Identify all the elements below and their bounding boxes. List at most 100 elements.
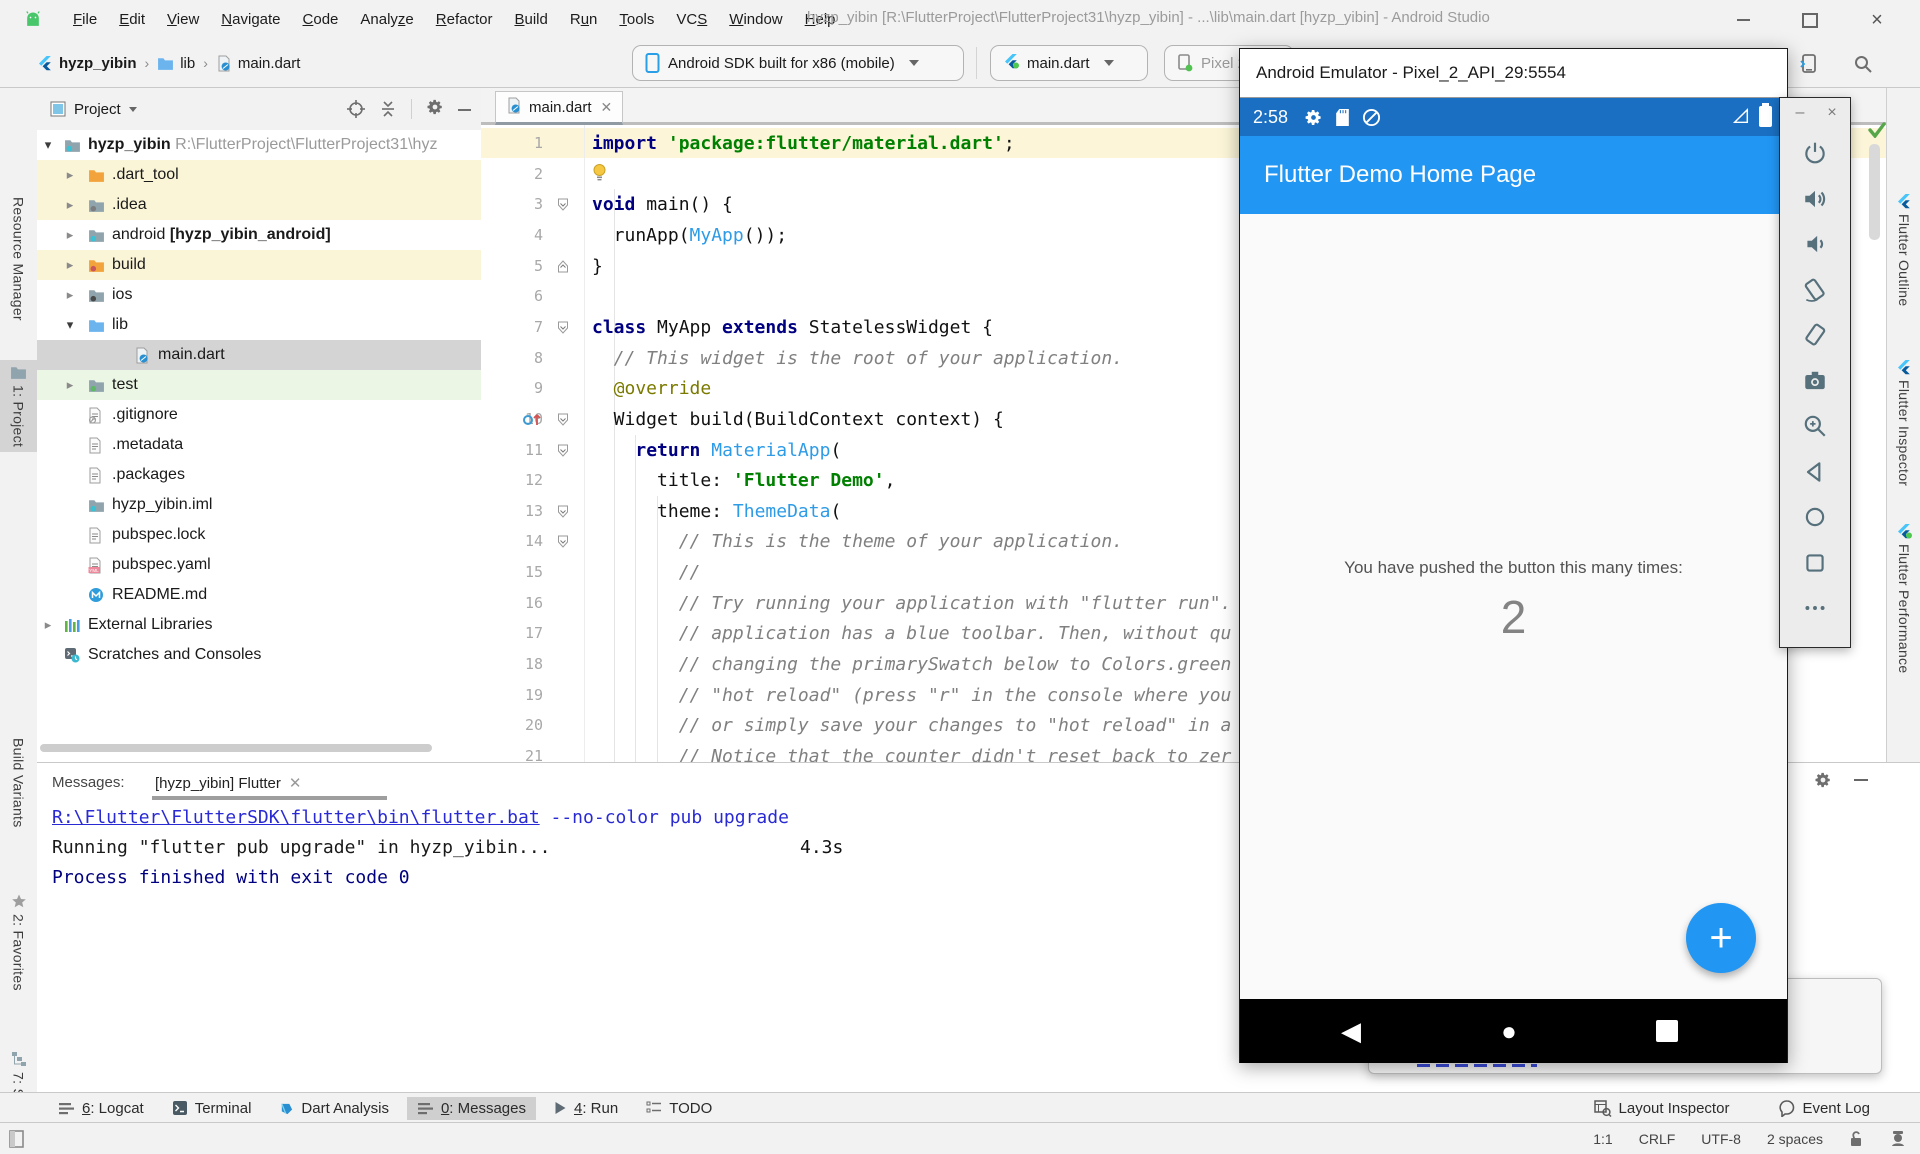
menu-run[interactable]: Run <box>559 11 609 28</box>
device-selector-dropdown[interactable]: Android SDK built for x86 (mobile) <box>632 45 964 81</box>
fold-marker-icon[interactable] <box>557 535 569 548</box>
volume-up-icon[interactable] <box>1802 186 1828 212</box>
emulator-minimize-button[interactable]: – <box>1788 104 1812 122</box>
settings-gear-icon[interactable] <box>426 98 444 120</box>
project-panel-title[interactable]: Project <box>74 101 121 118</box>
emulator-screen[interactable]: DEBUG 2:58 Flutter Demo Home Page You ha… <box>1240 98 1787 1063</box>
chevron-collapsed-icon[interactable]: ▸ <box>64 287 76 303</box>
tree-item-hyzp-yibin[interactable]: ▾hyzp_yibin R:\FlutterProject\FlutterPro… <box>37 130 482 160</box>
menu-view[interactable]: View <box>156 11 210 28</box>
tree-item--metadata[interactable]: .metadata <box>37 430 482 460</box>
tool-window-button-0-messages[interactable]: 0: Messages <box>407 1097 536 1120</box>
fold-marker-icon[interactable] <box>557 413 569 426</box>
emulator-close-button[interactable]: × <box>1820 104 1844 122</box>
rotate-right-icon[interactable] <box>1802 322 1828 348</box>
tool-window-button-event-log[interactable]: Event Log <box>1769 1097 1880 1120</box>
nav-back-button[interactable]: ◀ <box>1321 999 1381 1063</box>
hide-panel-icon[interactable] <box>458 109 471 111</box>
tab-close-icon[interactable]: ✕ <box>601 99 613 116</box>
chevron-collapsed-icon[interactable]: ▸ <box>64 257 76 273</box>
fold-marker-icon[interactable] <box>557 444 569 457</box>
status-item[interactable]: 1:1 <box>1593 1131 1612 1147</box>
menu-edit[interactable]: Edit <box>108 11 156 28</box>
rotate-left-icon[interactable] <box>1802 277 1828 303</box>
chevron-expanded-icon[interactable]: ▾ <box>64 317 76 333</box>
tree-item--gitignore[interactable]: .gitignore <box>37 400 482 430</box>
tree-item-pubspec-lock[interactable]: pubspec.lock <box>37 520 482 550</box>
window-minimize-button[interactable] <box>1726 8 1760 32</box>
tree-item--packages[interactable]: .packages <box>37 460 482 490</box>
camera-icon[interactable] <box>1802 368 1828 394</box>
emulator-title-bar[interactable]: Android Emulator - Pixel_2_API_29:5554 <box>1240 49 1787 98</box>
override-marker-icon[interactable] <box>521 410 543 428</box>
zoom-icon[interactable] <box>1802 413 1828 439</box>
fold-marker-icon[interactable] <box>557 198 569 211</box>
tab-close-icon[interactable]: ✕ <box>289 775 302 792</box>
tool-window-button-layout-inspector[interactable]: Layout Inspector <box>1584 1097 1740 1120</box>
tool-stripe-button-flutter-inspector[interactable]: Flutter Inspector <box>1887 354 1920 491</box>
tool-window-button-4-run[interactable]: 4: Run <box>544 1097 628 1120</box>
nav-overview-button[interactable] <box>1637 999 1697 1063</box>
menu-vcs[interactable]: VCS <box>665 11 718 28</box>
avd-manager-icon[interactable] <box>1798 53 1820 75</box>
menu-file[interactable]: File <box>62 11 108 28</box>
tree-item-test[interactable]: ▸test <box>37 370 482 400</box>
tool-window-button-terminal[interactable]: Terminal <box>162 1097 262 1120</box>
tree-item-hyzp-yibin-iml[interactable]: hyzp_yibin.iml <box>37 490 482 520</box>
tree-item-readme-md[interactable]: README.md <box>37 580 482 610</box>
tool-stripe-button-resource-manager[interactable]: Resource Manager <box>0 192 37 326</box>
breadcrumb-item[interactable]: lib <box>180 55 195 72</box>
home-icon[interactable] <box>1802 504 1828 530</box>
chevron-collapsed-icon[interactable]: ▸ <box>64 377 76 393</box>
power-icon[interactable] <box>1802 140 1828 166</box>
inspection-ok-icon[interactable] <box>1868 122 1886 138</box>
fold-marker-icon[interactable] <box>557 321 569 334</box>
chevron-collapsed-icon[interactable]: ▸ <box>64 167 76 183</box>
menu-code[interactable]: Code <box>292 11 350 28</box>
profile-icon[interactable] <box>1890 1130 1906 1147</box>
window-maximize-button[interactable] <box>1793 8 1827 32</box>
editor-scrollbar[interactable] <box>1869 144 1880 240</box>
settings-gear-icon[interactable] <box>1814 771 1832 793</box>
tree-item-android[interactable]: ▸android [hyzp_yibin_android] <box>37 220 482 250</box>
menu-navigate[interactable]: Navigate <box>210 11 291 28</box>
tool-stripe-button-flutter-performance[interactable]: Flutter Performance <box>1887 518 1920 678</box>
fold-marker-icon[interactable] <box>557 505 569 518</box>
status-item[interactable]: 2 spaces <box>1767 1131 1823 1147</box>
tree-item--idea[interactable]: ▸.idea <box>37 190 482 220</box>
menu-analyze[interactable]: Analyze <box>349 11 424 28</box>
intention-bulb-icon[interactable] <box>592 163 607 182</box>
tree-item--dart-tool[interactable]: ▸.dart_tool <box>37 160 482 190</box>
console-link[interactable]: R:\Flutter\FlutterSDK\flutter\bin\flutte… <box>52 807 540 828</box>
menu-tools[interactable]: Tools <box>608 11 665 28</box>
tool-window-button-6-logcat[interactable]: 6: Logcat <box>48 1097 154 1120</box>
tree-item-pubspec-yaml[interactable]: YMLpubspec.yaml <box>37 550 482 580</box>
collapse-all-icon[interactable] <box>379 100 397 118</box>
fab-add-button[interactable]: + <box>1686 903 1756 973</box>
locate-file-icon[interactable] <box>347 100 365 118</box>
horizontal-scrollbar[interactable] <box>40 744 432 752</box>
tree-item-build[interactable]: ▸build <box>37 250 482 280</box>
menu-refactor[interactable]: Refactor <box>425 11 504 28</box>
chevron-collapsed-icon[interactable]: ▸ <box>64 197 76 213</box>
more-icon[interactable] <box>1802 595 1828 621</box>
tree-item-external-libraries[interactable]: ▸External Libraries <box>37 610 482 640</box>
window-close-button[interactable]: × <box>1860 8 1894 32</box>
breadcrumb-item[interactable]: hyzp_yibin <box>59 55 137 72</box>
tree-item-lib[interactable]: ▾lib <box>37 310 482 340</box>
tool-window-button-todo[interactable]: TODO <box>636 1097 722 1120</box>
breadcrumb-item[interactable]: main.dart <box>238 55 301 72</box>
run-config-dropdown[interactable]: main.dart <box>990 45 1148 81</box>
status-item[interactable]: UTF-8 <box>1701 1131 1741 1147</box>
lock-icon[interactable] <box>1849 1130 1864 1147</box>
tool-stripe-button-1-project[interactable]: 1: Project <box>0 360 37 452</box>
tab-main-dart[interactable]: main.dart ✕ <box>495 91 623 125</box>
menu-build[interactable]: Build <box>503 11 558 28</box>
overview-icon[interactable] <box>1802 550 1828 576</box>
tool-stripe-button-2-favorites[interactable]: 2: Favorites <box>0 888 37 996</box>
tool-stripe-button-flutter-outline[interactable]: Flutter Outline <box>1887 188 1920 311</box>
tree-item-ios[interactable]: ▸ios <box>37 280 482 310</box>
chevron-expanded-icon[interactable]: ▾ <box>42 137 54 153</box>
menu-window[interactable]: Window <box>718 11 793 28</box>
back-icon[interactable] <box>1802 459 1828 485</box>
